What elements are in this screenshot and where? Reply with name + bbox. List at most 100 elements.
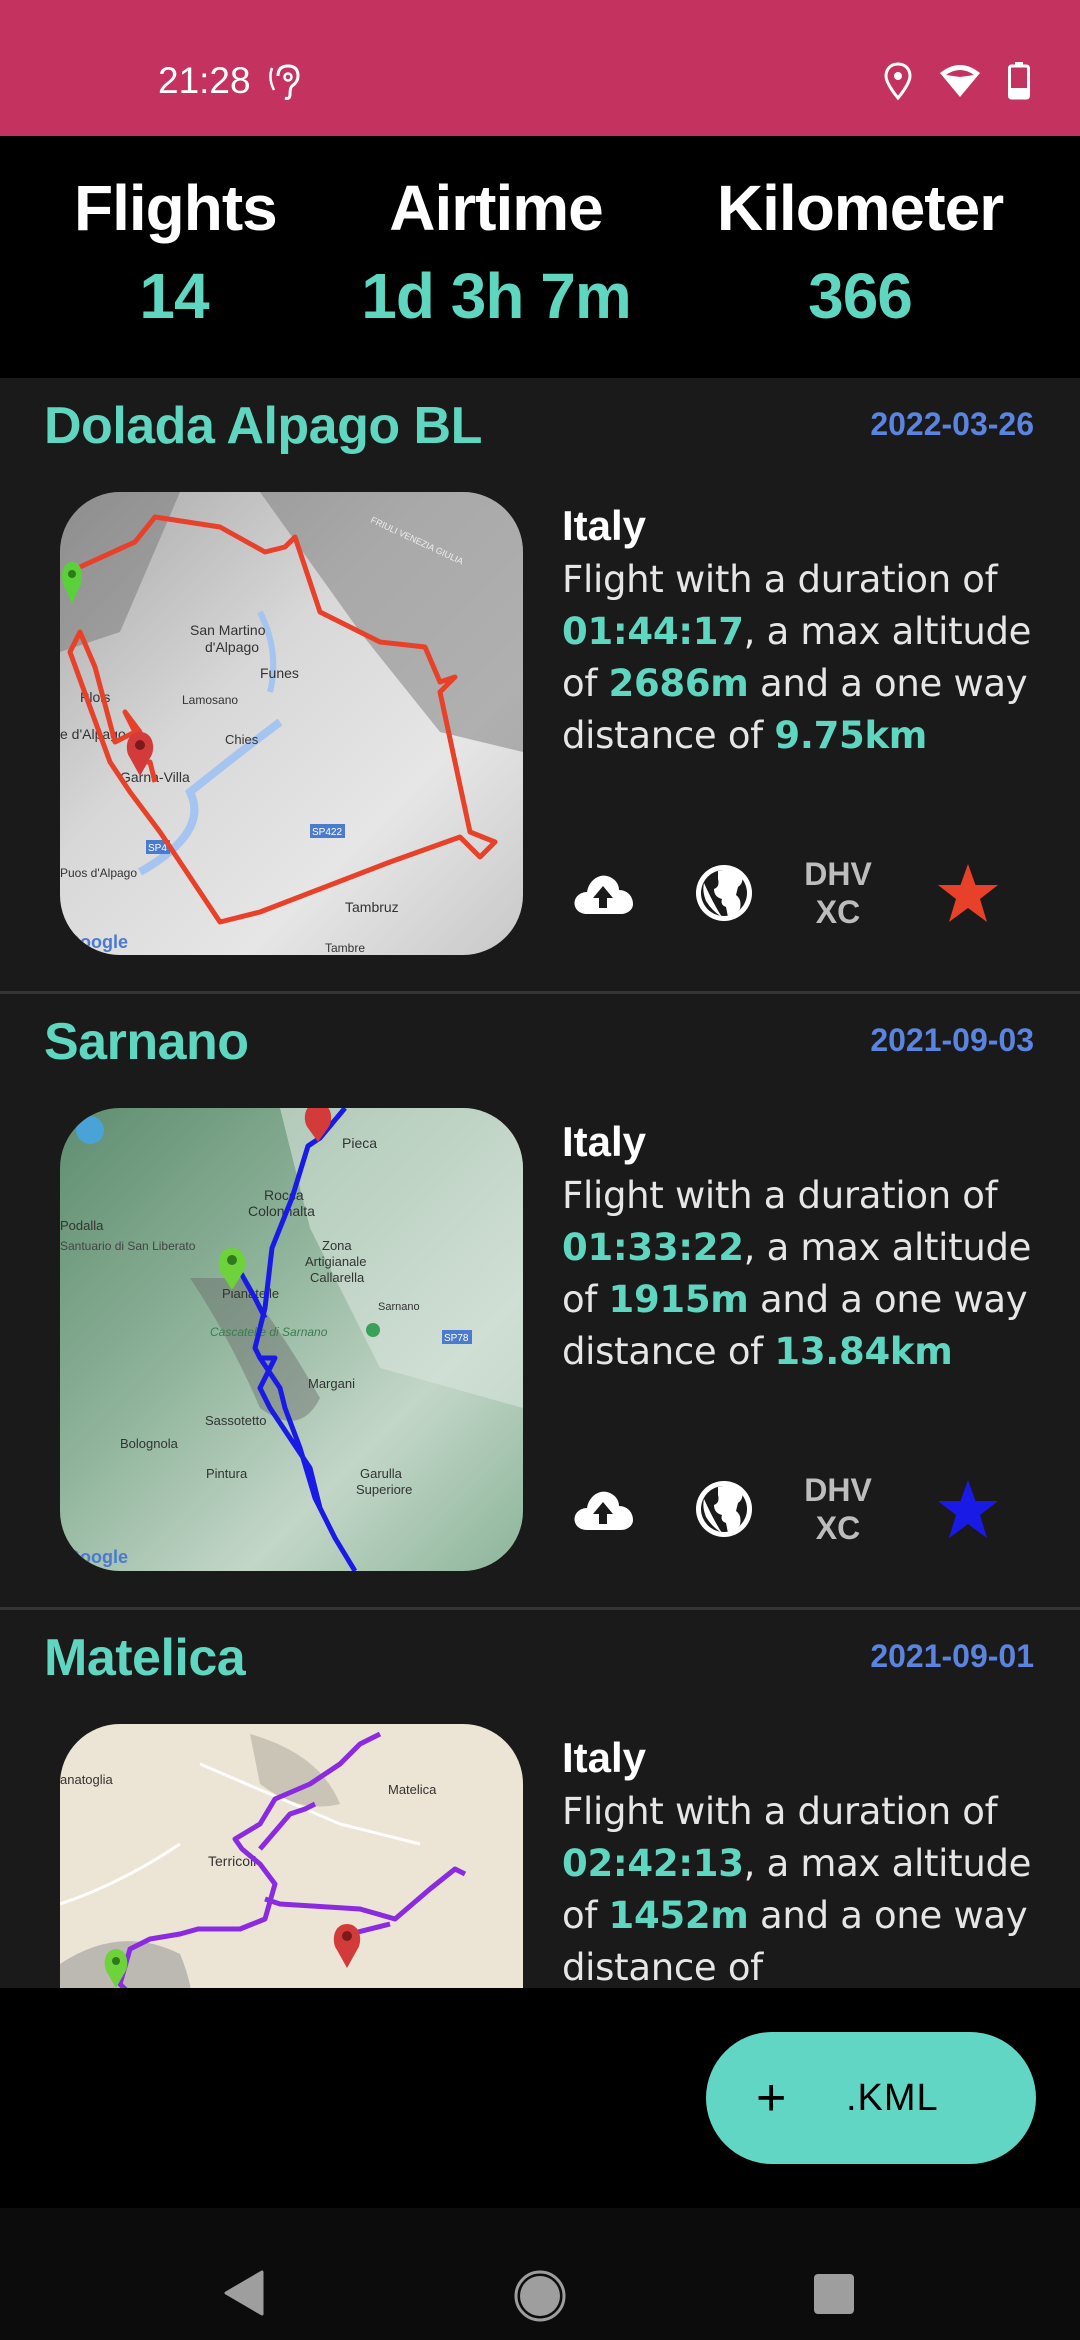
flight-card[interactable]: Sarnano 2021-09-03 Pieca Rocca Colonnalt… (0, 994, 1080, 1610)
flight-description: Flight with a duration of 01:33:22, a ma… (562, 1174, 1032, 1373)
flight-altitude: 1915m (608, 1278, 749, 1321)
flight-title: Sarnano (44, 1013, 249, 1071)
plus-icon: + (756, 2069, 787, 2127)
flight-map-thumbnail[interactable]: anatoglia Matelica Terricoli (60, 1724, 523, 1988)
flight-map-thumbnail[interactable]: Pieca Rocca Colonnalta Podalla Santuario… (60, 1108, 523, 1571)
map-label: Margani (308, 1376, 355, 1391)
favorite-button[interactable] (932, 1464, 1004, 1554)
system-nav-bar (0, 2208, 1080, 2340)
flight-duration: 01:33:22 (562, 1226, 744, 1269)
upload-button[interactable] (568, 1464, 638, 1554)
map-label: Chies (225, 732, 259, 747)
map-label: Bolognola (120, 1436, 179, 1451)
map-label: Puos d'Alpago (60, 866, 137, 880)
camera-poi-icon (76, 1116, 104, 1144)
map-image: San Martino d'Alpago Funes Lamosano Ploi… (60, 492, 523, 955)
globe-icon (696, 1481, 752, 1537)
recents-icon[interactable] (812, 2272, 856, 2316)
favorite-button[interactable] (932, 848, 1004, 938)
cloud-upload-icon (574, 875, 633, 914)
flight-altitude: 2686m (608, 662, 749, 705)
flight-actions: DHV XC (562, 1464, 1032, 1554)
flight-date: 2021-09-03 (870, 1022, 1034, 1058)
globe-icon (696, 865, 752, 921)
map-label: Cascatelle di Sarnano (210, 1325, 328, 1339)
map-image: Pieca Rocca Colonnalta Podalla Santuario… (60, 1108, 523, 1571)
flight-altitude: 1452m (608, 1894, 749, 1937)
status-time: 21:28 (158, 60, 251, 101)
map-label: Sarnano (378, 1301, 420, 1313)
map-label: SP4 (148, 843, 167, 854)
flight-date: 2021-09-01 (870, 1638, 1034, 1674)
home-icon[interactable] (514, 2270, 566, 2322)
flight-country: Italy (562, 1734, 647, 1781)
stat-kilometer-value: 366 (808, 260, 913, 332)
map-label: Colonnalta (248, 1203, 315, 1219)
map-label: Garulla (360, 1466, 403, 1481)
flight-card[interactable]: Matelica 2021-09-01 anatoglia Matelica T… (0, 1610, 1080, 1988)
status-bar: 21:28 (0, 0, 1080, 136)
dhv-xc-button[interactable]: DHV XC (798, 1464, 878, 1554)
flight-actions: DHV XC (562, 848, 1032, 938)
add-kml-button[interactable]: + .KML (706, 2032, 1036, 2164)
flight-map-thumbnail[interactable]: San Martino d'Alpago Funes Lamosano Ploi… (60, 492, 523, 955)
dhv-xc-button[interactable]: DHV XC (798, 848, 878, 938)
map-label: Lamosano (182, 693, 238, 707)
flight-distance: 9.75km (774, 714, 928, 757)
map-label: Google (66, 1547, 128, 1567)
location-icon (884, 62, 912, 100)
flight-title: Matelica (44, 1629, 246, 1687)
flight-list[interactable]: Dolada Alpago BL 2022-03-26 San Martino (0, 378, 1080, 1988)
star-icon (938, 1480, 998, 1538)
back-icon[interactable] (222, 2270, 264, 2316)
star-icon (938, 864, 998, 922)
stats-header: Flights 14 Airtime 1d 3h 7m Kilometer 36… (0, 136, 1080, 378)
stat-kilometer: Kilometer 366 (710, 176, 1010, 328)
globe-button[interactable] (689, 1464, 759, 1554)
cloud-upload-icon (574, 1491, 633, 1530)
map-label: Artigianale (305, 1254, 366, 1269)
map-label: SP78 (444, 1333, 469, 1344)
hearing-icon (269, 64, 300, 100)
flight-distance: 13.84km (774, 1330, 953, 1373)
flight-duration: 02:42:13 (562, 1842, 744, 1885)
globe-button[interactable] (689, 848, 759, 938)
map-label: San Martino (190, 622, 266, 638)
map-label: Google (66, 932, 128, 952)
flight-title: Dolada Alpago BL (44, 397, 482, 455)
flight-country: Italy (562, 1118, 647, 1165)
flight-country: Italy (562, 502, 647, 549)
battery-icon (1008, 62, 1030, 100)
bottom-bar: + .KML (0, 1988, 1080, 2208)
map-label: Tambre (325, 941, 365, 955)
park-poi-icon (366, 1323, 380, 1337)
map-label: anatoglia (60, 1772, 114, 1787)
stat-flights: Flights 14 (74, 172, 278, 332)
stat-kilometer-label: Kilometer (716, 172, 1004, 244)
map-label: Tambruz (345, 899, 399, 915)
stat-airtime: Airtime 1d 3h 7m (356, 176, 636, 328)
map-label: Podalla (60, 1218, 104, 1233)
flight-date: 2022-03-26 (870, 406, 1034, 442)
map-label: Funes (260, 665, 299, 681)
stat-flights-label: Flights (74, 172, 278, 244)
map-label: Callarella (310, 1270, 365, 1285)
map-label: SP422 (312, 827, 342, 838)
stat-airtime-label: Airtime (389, 172, 604, 244)
map-label: Pintura (206, 1466, 248, 1481)
map-label: Matelica (388, 1782, 437, 1797)
map-image: anatoglia Matelica Terricoli (60, 1724, 523, 1988)
upload-button[interactable] (568, 848, 638, 938)
map-label: Santuario di San Liberato (60, 1239, 196, 1253)
map-label: Sassotetto (205, 1413, 266, 1428)
flight-description: Flight with a duration of 01:44:17, a ma… (562, 558, 1032, 757)
map-label: Pieca (342, 1135, 377, 1151)
map-label: d'Alpago (205, 639, 259, 655)
flight-card[interactable]: Dolada Alpago BL 2022-03-26 San Martino (0, 378, 1080, 994)
stat-airtime-value: 1d 3h 7m (361, 260, 631, 332)
wifi-icon (940, 65, 980, 97)
add-kml-label: .KML (846, 2076, 939, 2119)
map-label: Superiore (356, 1482, 412, 1497)
map-label: Rocca (264, 1187, 304, 1203)
stat-flights-value: 14 (139, 260, 209, 332)
